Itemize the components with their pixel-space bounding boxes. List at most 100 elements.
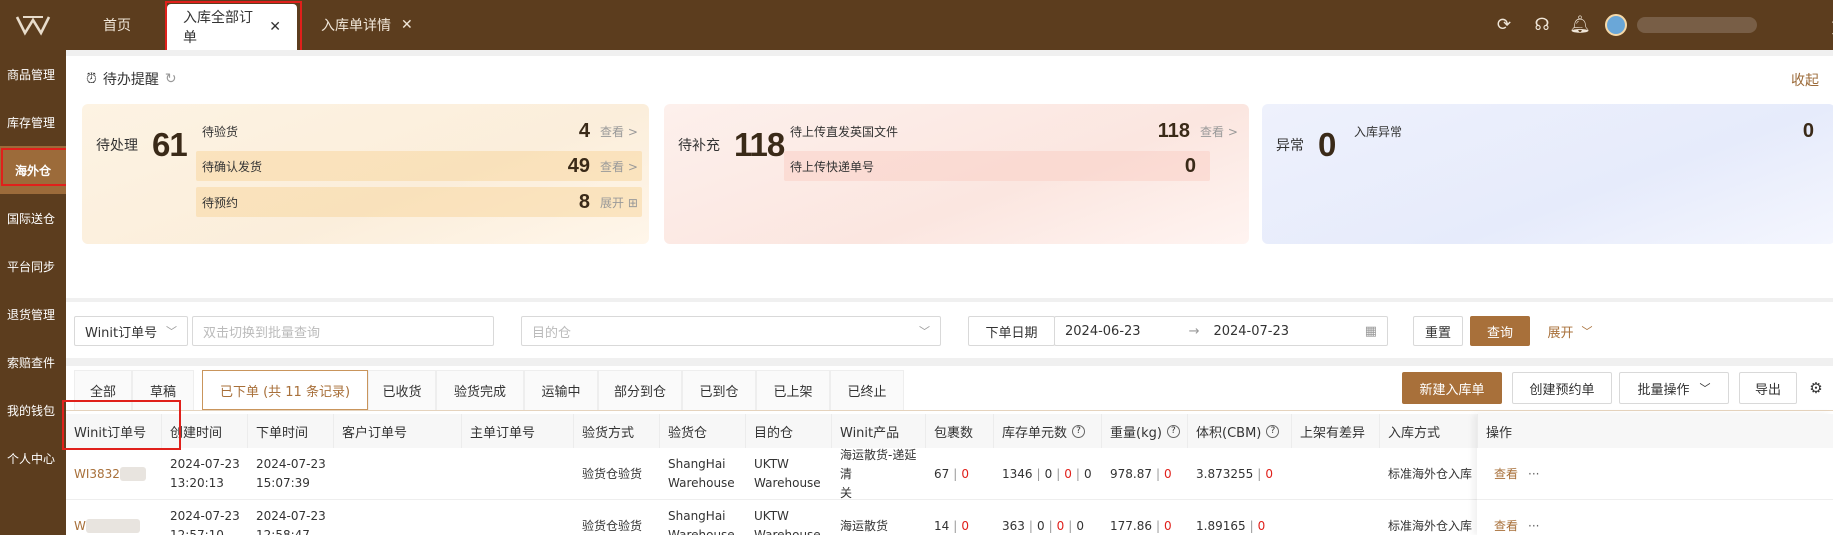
date-type-select[interactable]: 下单日期 xyxy=(968,316,1055,346)
view-link[interactable]: 查看 xyxy=(1494,517,1518,535)
sidebar-item-international-delivery[interactable]: 国际送仓 xyxy=(0,194,66,242)
ordered-time-cell: 2024-07-23 12:58:47 xyxy=(248,500,334,535)
column-header: 库存单元数? xyxy=(994,414,1102,448)
order-type-value: Winit订单号 xyxy=(85,325,158,341)
row-count: 0 xyxy=(1802,119,1814,142)
status-tab-arrived[interactable]: 已到仓 xyxy=(682,370,756,410)
sidebar-item-label: 索赔查件 xyxy=(7,355,56,370)
order-number-cell[interactable]: W xyxy=(66,500,162,535)
search-placeholder: 双击切换到批量查询 xyxy=(203,325,321,341)
volume: 3.873255 xyxy=(1196,466,1254,481)
tab-inbound-detail[interactable]: 入库单详情 ✕ xyxy=(321,0,413,50)
sidebar-item-label: 我的钱包 xyxy=(7,403,56,418)
row-count: 8 xyxy=(578,190,590,213)
expand-filters-button[interactable]: 展开 ﹀ xyxy=(1540,316,1600,346)
column-header: 验货方式 xyxy=(574,414,660,448)
destination-warehouse-select[interactable]: 目的仓 ﹀ xyxy=(521,316,941,346)
logo[interactable] xyxy=(0,0,66,50)
view-link[interactable]: 查看 xyxy=(1494,465,1518,484)
order-search-input[interactable]: 双击切换到批量查询 xyxy=(192,316,494,346)
order-number-link[interactable]: WI3832 xyxy=(74,465,120,484)
export-button[interactable]: 导出 xyxy=(1739,372,1797,404)
sku-count: 0 xyxy=(1036,518,1045,533)
ordered-date: 2024-07-23 xyxy=(256,457,326,471)
inspection-method-cell: 验货仓验货 xyxy=(582,466,643,481)
refresh-icon[interactable]: ↻ xyxy=(165,71,177,87)
winit-logo-icon xyxy=(15,16,51,36)
sidebar-item-products[interactable]: 商品管理 xyxy=(0,50,66,98)
top-actions: ⟳ ☊ 🔔︎ 文 xyxy=(1485,0,1833,50)
order-number-link[interactable]: W xyxy=(74,517,86,535)
row-count: 0 xyxy=(1184,154,1196,177)
status-tab-partial-arrived[interactable]: 部分到仓 xyxy=(598,370,682,410)
sidebar-item-wallet[interactable]: 我的钱包 xyxy=(0,386,66,434)
reset-button[interactable]: 重置 xyxy=(1413,316,1463,346)
tab-home[interactable]: 首页 xyxy=(103,0,131,50)
collapse-link[interactable]: 收起 xyxy=(1791,70,1819,90)
user-name-redacted[interactable] xyxy=(1637,17,1757,33)
sku-count: 0 xyxy=(1044,466,1053,481)
sidebar-item-returns[interactable]: 退货管理 xyxy=(0,290,66,338)
sidebar-item-platform-sync[interactable]: 平台同步 xyxy=(0,242,66,290)
ordered-time-cell: 2024-07-23 15:07:39 xyxy=(248,448,334,500)
batch-operations-button[interactable]: 批量操作 ﹀ xyxy=(1619,372,1729,404)
separator: | xyxy=(1075,466,1080,481)
avatar[interactable] xyxy=(1605,14,1627,36)
help-icon[interactable]: ? xyxy=(1266,424,1280,438)
date-range-picker[interactable]: 2024-06-23 → 2024-07-23 ▦ xyxy=(1054,316,1388,346)
batch-ops-label: 批量操作 xyxy=(1637,382,1690,398)
refresh-icon[interactable]: ⟳ xyxy=(1485,15,1523,35)
status-tab-shelved[interactable]: 已上架 xyxy=(756,370,830,410)
created-time: 12:57:10 xyxy=(170,528,224,535)
winit-product-cell: 海运散货 xyxy=(840,518,889,533)
weight: 177.86 xyxy=(1110,518,1152,533)
sidebar-item-inventory[interactable]: 库存管理 xyxy=(0,98,66,146)
create-booking-button[interactable]: 创建预约单 xyxy=(1512,372,1612,404)
date-start[interactable]: 2024-06-23 xyxy=(1065,324,1141,339)
language-icon[interactable]: 文 xyxy=(1821,13,1833,38)
status-tab-received[interactable]: 已收货 xyxy=(368,370,436,410)
separator: | xyxy=(1068,518,1073,533)
ordered-time: 12:58:47 xyxy=(256,528,310,535)
status-tab-terminated[interactable]: 已终止 xyxy=(830,370,904,410)
column-header: 目的仓 xyxy=(746,414,832,448)
view-link[interactable]: 查看 > xyxy=(600,123,642,140)
status-tab-in-transit[interactable]: 运输中 xyxy=(524,370,598,410)
more-icon[interactable]: ··· xyxy=(1528,517,1539,535)
view-link[interactable]: 查看 > xyxy=(1200,123,1242,140)
status-tab-inspected[interactable]: 验货完成 xyxy=(436,370,524,410)
sku-count: 363 xyxy=(1002,518,1025,533)
expand-link[interactable]: 展开 ⊞ xyxy=(600,194,642,211)
volume-diff: 0 xyxy=(1265,466,1273,481)
tab-label: 入库单详情 xyxy=(321,18,391,34)
warehouse-line: ShangHai xyxy=(668,509,726,523)
warehouse-line: Warehouse xyxy=(754,476,821,490)
sidebar-item-claims[interactable]: 索赔查件 xyxy=(0,338,66,386)
weight: 978.87 xyxy=(1110,466,1152,481)
todo-title: 待办提醒 xyxy=(102,72,159,88)
more-icon[interactable]: ··· xyxy=(1528,465,1539,484)
headset-icon[interactable]: ☊ xyxy=(1523,15,1561,35)
package-count: 67 xyxy=(934,466,950,481)
sku-count: 1346 xyxy=(1002,466,1033,481)
order-type-select[interactable]: Winit订单号 ﹀ xyxy=(74,316,188,346)
query-button[interactable]: 查询 xyxy=(1470,316,1530,346)
filter-bar: Winit订单号 ﹀ 双击切换到批量查询 目的仓 ﹀ 下单日期 2024-06-… xyxy=(66,302,1833,358)
order-number-cell[interactable]: WI3832 xyxy=(66,448,162,500)
column-header: Winit产品 xyxy=(832,414,926,448)
sku-count-cell: 363 | 0 | 0 | 0 xyxy=(994,500,1102,535)
help-icon[interactable]: ? xyxy=(1166,424,1180,438)
new-inbound-order-button[interactable]: 新建入库单 xyxy=(1402,372,1502,404)
column-header: 操作 xyxy=(1486,425,1513,441)
date-end[interactable]: 2024-07-23 xyxy=(1213,324,1289,339)
bell-icon[interactable]: 🔔︎ xyxy=(1561,15,1599,35)
status-tab-ordered[interactable]: 已下单 (共 11 条记录) xyxy=(202,370,368,410)
gear-icon[interactable]: ⚙ xyxy=(1803,372,1829,404)
help-icon[interactable]: ? xyxy=(1072,424,1086,438)
view-link[interactable]: 查看 > xyxy=(600,158,642,175)
date-type-value: 下单日期 xyxy=(985,325,1038,341)
todo-row: 待上传快递单号 0 xyxy=(784,151,1210,181)
close-icon[interactable]: ✕ xyxy=(401,17,413,33)
sidebar-item-profile[interactable]: 个人中心 xyxy=(0,434,66,482)
todo-row: 待上传直发英国文件 118 查看 > xyxy=(784,116,1242,146)
